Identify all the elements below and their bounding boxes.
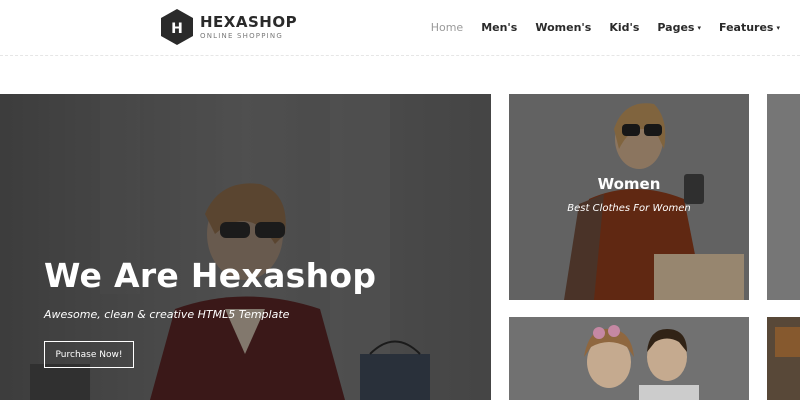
accessories-image [767,317,800,400]
brand-subtitle: ONLINE SHOPPING [200,32,283,40]
nav-kids-label: Kid's [609,20,640,34]
hero-subtitle: Awesome, clean & creative HTML5 Template [44,308,290,321]
purchase-button[interactable]: Purchase Now! [44,341,134,368]
women-card-subtitle: Best Clothes For Women [567,203,691,214]
nav-womens[interactable]: Women's [535,21,591,34]
header-divider [0,55,800,56]
chevron-down-icon: ▾ [776,24,780,32]
women-card-title: Women [597,175,661,193]
hero-title: We Are Hexashop [44,256,377,295]
brand-title: HEXASHOP [200,13,298,31]
category-card-accessories[interactable] [767,317,800,400]
men-image [767,94,800,300]
nav-mens[interactable]: Men's [481,21,517,34]
nav-home-label: Home [430,20,464,34]
nav-pages-label: Pages [657,20,695,34]
category-card-men[interactable] [767,94,800,300]
nav-features-label: Features [719,20,774,34]
women-image [509,94,749,300]
nav-features[interactable]: Features ▾ [719,21,780,34]
nav-kids[interactable]: Kid's [609,21,639,34]
kids-image [509,317,749,400]
nav-womens-label: Women's [535,20,592,34]
site-header: H HEXASHOP ONLINE SHOPPING Home Men's Wo… [0,0,800,55]
main-nav: Home Men's Women's Kid's Pages ▾ Features… [431,18,780,36]
site-logo[interactable]: H HEXASHOP ONLINE SHOPPING [160,8,320,48]
logo-letter: H [171,21,183,37]
category-card-women[interactable]: Women Best Clothes For Women [509,94,749,300]
category-card-kids[interactable] [509,317,749,400]
nav-pages[interactable]: Pages ▾ [657,21,701,34]
hero-banner: We Are Hexashop Awesome, clean & creativ… [0,94,491,400]
nav-home[interactable]: Home [431,21,463,34]
nav-mens-label: Men's [481,20,518,34]
chevron-down-icon: ▾ [697,24,701,32]
hexagon-logo-icon: H [161,9,193,45]
